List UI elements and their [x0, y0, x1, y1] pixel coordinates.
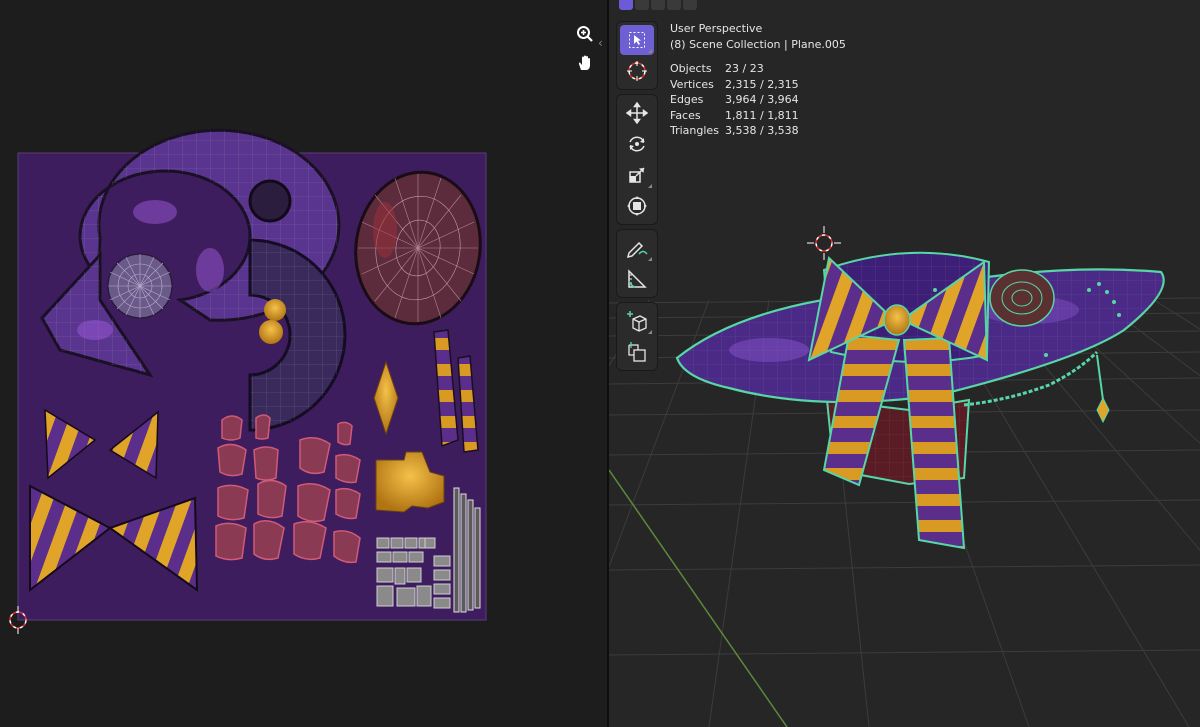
select-intersect-mode[interactable]	[683, 0, 697, 10]
3d-cursor[interactable]	[807, 226, 841, 260]
transform-icon	[627, 196, 647, 216]
cursor-arrow-icon	[629, 32, 645, 48]
tool-shelf	[617, 22, 657, 376]
stat-value: 23 / 23	[725, 62, 764, 75]
sidebar-collapse-arrow[interactable]: ‹	[598, 36, 607, 50]
uv-island-button	[248, 179, 292, 223]
scene-statistics: Objects 23 / 23 Vertices 2,315 / 2,315 E…	[670, 61, 846, 139]
stat-row: Objects 23 / 23	[670, 61, 846, 77]
uv-island-bead	[264, 299, 286, 321]
uv-editor-area[interactable]: ‹	[0, 0, 607, 727]
stat-value: 2,315 / 2,315	[725, 77, 799, 91]
y-axis-line	[609, 469, 788, 727]
stat-label: Triangles	[670, 124, 719, 137]
rotate-icon	[629, 136, 645, 152]
stat-label: Faces	[670, 108, 701, 122]
collection-path: (8) Scene Collection | Plane.005	[670, 38, 846, 51]
scale-icon	[629, 167, 645, 183]
cursor-tool[interactable]	[620, 56, 654, 86]
stat-row: Triangles 3,538 / 3,538	[670, 123, 846, 139]
uv-island-bead	[259, 320, 283, 344]
stat-label: Edges	[670, 93, 704, 106]
pencil-icon	[626, 241, 648, 259]
duplicate-tool[interactable]	[620, 337, 654, 367]
uv-texture-image	[17, 128, 487, 621]
duplicate-icon	[628, 342, 646, 362]
measure-tool[interactable]	[620, 264, 654, 294]
move-arrows-icon	[626, 102, 648, 124]
hand-icon	[578, 55, 590, 70]
rotate-tool[interactable]	[620, 129, 654, 159]
add-cube-tool[interactable]	[620, 306, 654, 336]
3d-cursor-icon	[627, 61, 647, 81]
scale-tool[interactable]	[620, 160, 654, 190]
zoom-in-icon	[577, 26, 593, 42]
stat-row: Faces 1,811 / 1,811	[670, 108, 846, 124]
zoom-button[interactable]	[573, 22, 597, 46]
add-cube-icon	[627, 311, 647, 332]
select-subtract-mode[interactable]	[651, 0, 665, 10]
select-box-tool[interactable]	[620, 25, 654, 55]
stat-value: 3,964 / 3,964	[725, 93, 799, 106]
annotate-tool[interactable]	[620, 233, 654, 263]
stat-value: 3,538 / 3,538	[725, 124, 799, 137]
selection-mode-tabs[interactable]	[619, 0, 697, 10]
ruler-icon	[628, 269, 647, 288]
3d-viewport[interactable]: User Perspective (8) Scene Collection | …	[609, 0, 1200, 727]
viewport-info-overlay: User Perspective (8) Scene Collection | …	[670, 21, 846, 139]
stat-label: Vertices	[670, 77, 714, 91]
uv-canvas[interactable]	[0, 0, 607, 727]
select-invert-mode[interactable]	[667, 0, 681, 10]
view-name: User Perspective	[670, 22, 763, 35]
select-new-mode[interactable]	[619, 0, 633, 10]
stat-value: 1,811 / 1,811	[725, 108, 799, 122]
uv-island-crown-top	[107, 253, 173, 319]
stat-row: Edges 3,964 / 3,964	[670, 92, 846, 108]
stat-row: Vertices 2,315 / 2,315	[670, 77, 846, 93]
move-tool[interactable]	[620, 98, 654, 128]
stat-label: Objects	[670, 62, 712, 75]
select-extend-mode[interactable]	[635, 0, 649, 10]
pan-button[interactable]	[573, 51, 597, 75]
transform-tool[interactable]	[620, 191, 654, 221]
